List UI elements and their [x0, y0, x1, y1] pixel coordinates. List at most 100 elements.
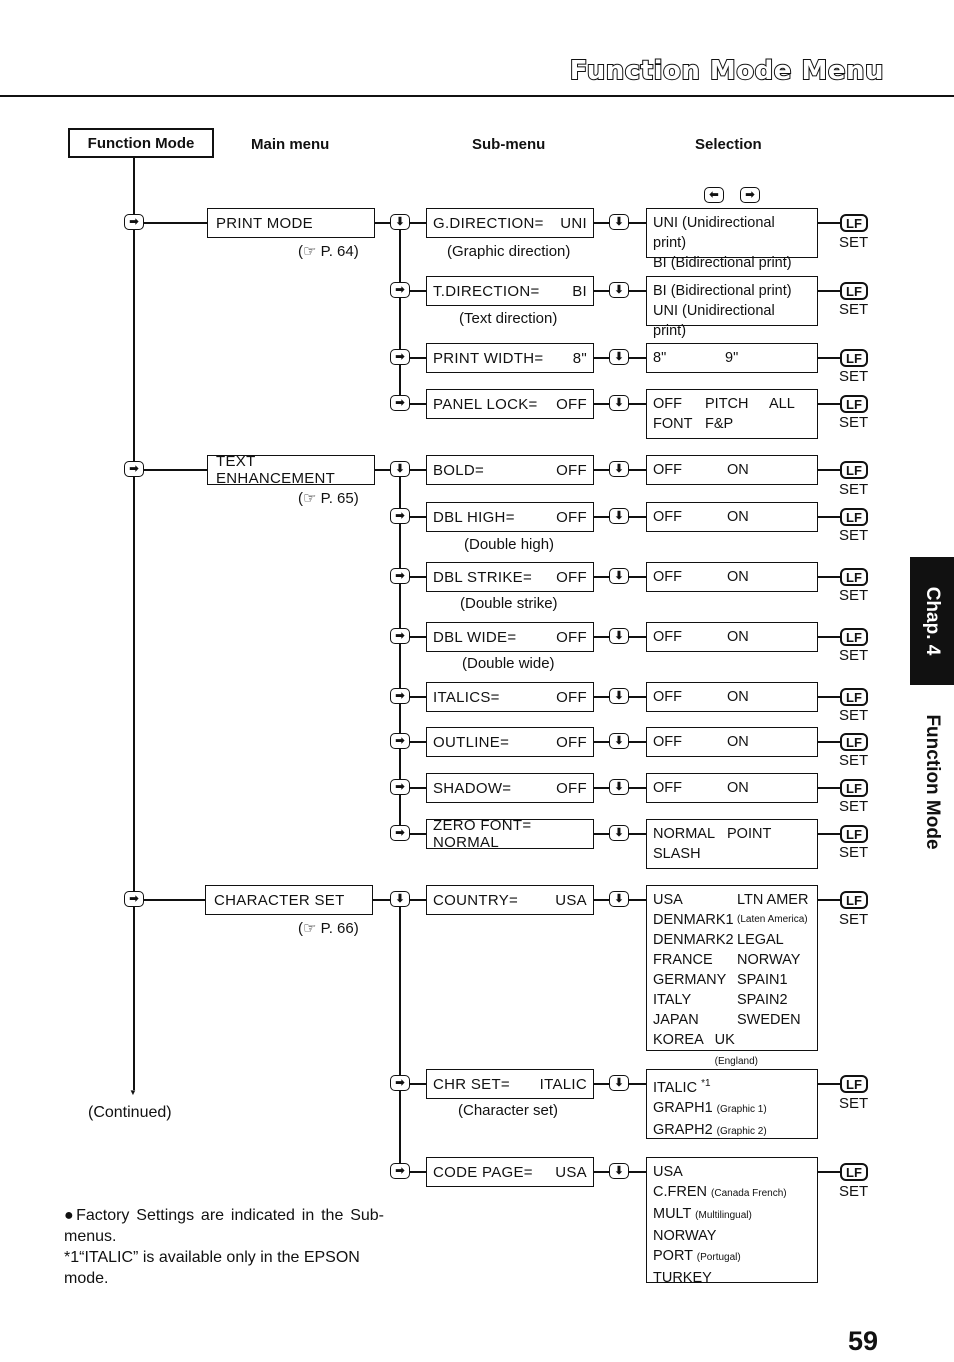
option[interactable]: TURKEY [653, 1270, 712, 1286]
option[interactable]: NORWAY [653, 1228, 716, 1244]
option[interactable]: UNI (Unidirectional print) [653, 213, 811, 253]
submenu-value: OFF [556, 688, 587, 706]
submenu-country[interactable]: COUNTRY= USA [426, 885, 594, 915]
option[interactable]: UNI (Unidirectional print) [653, 301, 811, 341]
option-note: (Graphic 1) [716, 1103, 767, 1115]
selection-dbl-strike: OFF ON [646, 562, 818, 592]
connector [594, 636, 610, 638]
option[interactable]: ITALIC [653, 1080, 697, 1096]
submenu-dbl-wide[interactable]: DBL WIDE= OFF [426, 622, 594, 652]
option[interactable]: NORWAY [737, 950, 800, 970]
chapter-tab: Chap. 4 [910, 557, 954, 685]
submenu-value: OFF [556, 568, 587, 586]
option[interactable]: ON [727, 567, 749, 587]
connector [410, 403, 426, 405]
option-note: (Canada French) [711, 1188, 787, 1199]
option[interactable]: 9" [725, 348, 738, 368]
set-label: SET [839, 1183, 869, 1200]
option[interactable]: ON [727, 507, 749, 527]
option[interactable]: BI (Bidirectional print) [653, 281, 811, 301]
submenu-dbl-high[interactable]: DBL HIGH= OFF [426, 502, 594, 532]
option[interactable]: SWEDEN [737, 1010, 801, 1030]
option[interactable]: USA [653, 890, 737, 910]
option[interactable]: PORT [653, 1248, 693, 1264]
option[interactable]: POINT [727, 826, 771, 842]
submenu-name: ITALICS= [433, 688, 500, 706]
connector [594, 1083, 610, 1085]
lf-key-icon: LF [840, 733, 868, 751]
option[interactable]: GERMANY [653, 970, 737, 990]
lf-key-icon: LF [840, 214, 868, 232]
submenu-dbl-strike[interactable]: DBL STRIKE= OFF [426, 562, 594, 592]
connector [629, 469, 647, 471]
down-key-icon: ⬇ [609, 688, 629, 704]
submenu-g-direction[interactable]: G.DIRECTION= UNI [426, 208, 594, 238]
submenu-bold[interactable]: BOLD= OFF [426, 455, 594, 485]
option[interactable]: OFF [653, 778, 727, 798]
down-key-icon: ⬇ [390, 461, 410, 477]
option[interactable]: OFF [653, 507, 727, 527]
option[interactable]: GRAPH2 [653, 1122, 713, 1138]
submenu-shadow[interactable]: SHADOW= OFF [426, 773, 594, 803]
submenu-caption: (Text direction) [459, 310, 558, 327]
option[interactable]: ON [727, 778, 749, 798]
option[interactable]: C.FREN [653, 1184, 707, 1200]
submenu-code-page[interactable]: CODE PAGE= USA [426, 1157, 594, 1187]
option[interactable]: UK [715, 1030, 799, 1050]
option[interactable]: ON [727, 732, 749, 752]
submenu-name: DBL HIGH= [433, 508, 515, 526]
option[interactable]: SPAIN2 [737, 990, 788, 1010]
connector [594, 516, 610, 518]
option[interactable]: FRANCE [653, 950, 737, 970]
option[interactable]: ON [727, 687, 749, 707]
option[interactable]: JAPAN [653, 1010, 737, 1030]
submenu-panel-lock[interactable]: PANEL LOCK= OFF [426, 389, 594, 419]
submenu-trunk-character-set [399, 899, 401, 1171]
option[interactable]: OFF [653, 394, 705, 414]
option[interactable]: ON [727, 627, 749, 647]
option[interactable]: GRAPH1 [653, 1100, 713, 1116]
option[interactable]: USA [653, 1164, 683, 1180]
connector [144, 222, 208, 224]
submenu-value: USA [555, 1163, 587, 1181]
submenu-t-direction[interactable]: T.DIRECTION= BI [426, 276, 594, 306]
option[interactable]: DENMARK1 [653, 910, 737, 930]
option[interactable]: LTN AMER [737, 890, 808, 910]
submenu-value: UNI [560, 214, 587, 232]
option[interactable]: OFF [653, 732, 727, 752]
selection-outline: OFF ON [646, 727, 818, 757]
submenu-print-width[interactable]: PRINT WIDTH= 8" [426, 343, 594, 373]
option[interactable]: F&P [705, 416, 733, 432]
connector [594, 469, 610, 471]
option[interactable]: OFF [653, 627, 727, 647]
option[interactable]: FONT [653, 414, 705, 434]
main-menu-character-set[interactable]: CHARACTER SET [205, 885, 373, 915]
submenu-zero-font[interactable]: ZERO FONT= NORMAL [426, 817, 594, 851]
option[interactable]: KOREA [653, 1030, 715, 1072]
option[interactable]: LEGAL [737, 930, 784, 950]
option[interactable]: BI (Bidirectional print) [653, 253, 811, 273]
submenu-italics[interactable]: ITALICS= OFF [426, 682, 594, 712]
submenu-outline[interactable]: OUTLINE= OFF [426, 727, 594, 757]
main-menu-print-mode[interactable]: PRINT MODE [207, 208, 375, 238]
option[interactable]: MULT [653, 1206, 691, 1222]
option[interactable]: NORMAL [653, 824, 727, 844]
main-menu-text-enhancement[interactable]: TEXT ENHANCEMENT [207, 453, 375, 487]
submenu-chr-set[interactable]: CHR SET= ITALIC [426, 1069, 594, 1099]
option[interactable]: OFF [653, 687, 727, 707]
option[interactable]: DENMARK2 [653, 930, 737, 950]
option[interactable]: OFF [653, 460, 727, 480]
submenu-value: USA [555, 891, 587, 909]
option[interactable]: 8" [653, 348, 725, 368]
option[interactable]: ITALY [653, 990, 737, 1010]
option[interactable]: SLASH [653, 844, 811, 864]
connector [410, 516, 426, 518]
option[interactable]: ALL [769, 396, 795, 412]
option[interactable]: SPAIN1 [737, 970, 788, 990]
connector [818, 469, 840, 471]
lf-key-icon: LF [840, 1163, 868, 1181]
connector [144, 469, 208, 471]
option[interactable]: PITCH [705, 394, 769, 414]
option[interactable]: OFF [653, 567, 727, 587]
option[interactable]: ON [727, 460, 749, 480]
